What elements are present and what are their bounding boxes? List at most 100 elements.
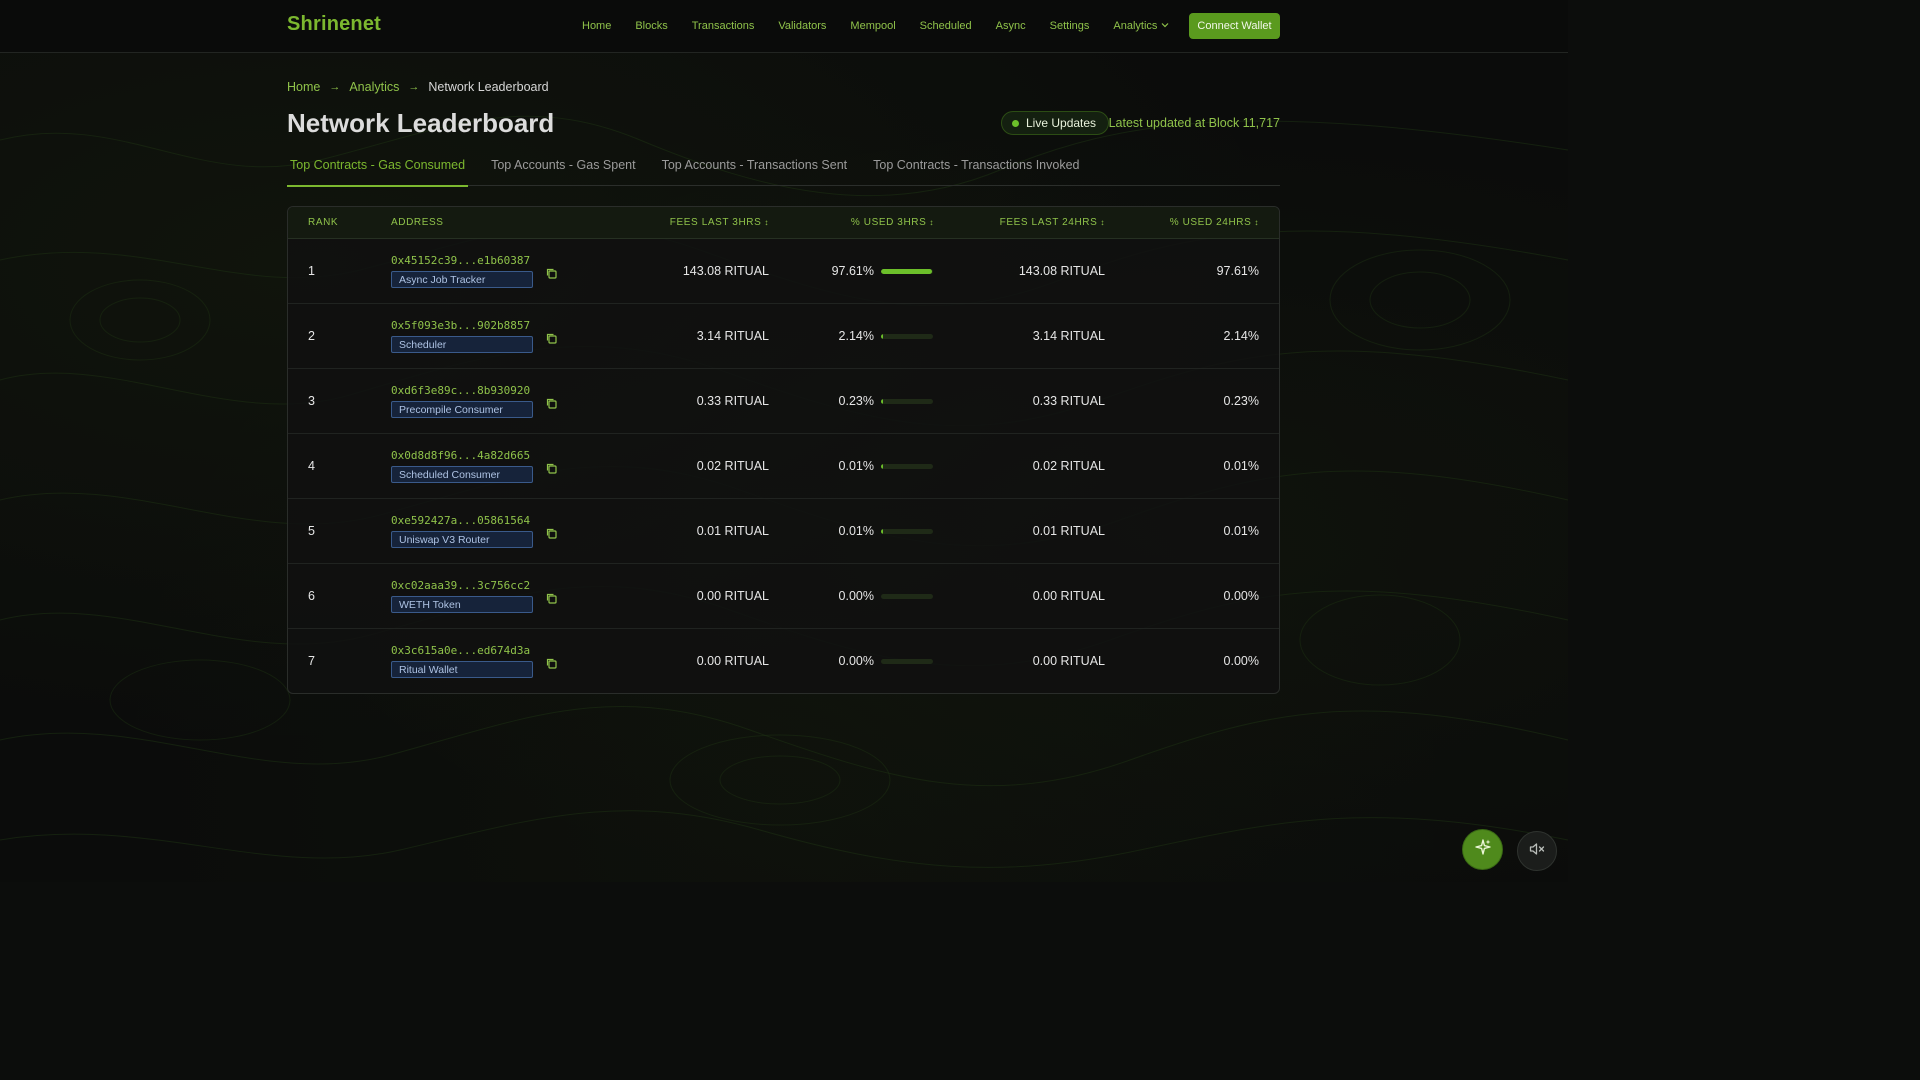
tab-top-accounts-gas-spent[interactable]: Top Accounts - Gas Spent: [488, 156, 639, 185]
sort-icon: ↕: [1100, 218, 1105, 227]
breadcrumb: Home → Analytics → Network Leaderboard: [287, 80, 549, 94]
breadcrumb-home[interactable]: Home: [287, 80, 320, 94]
pct-used-24hrs-cell: 0.01%: [1223, 524, 1259, 538]
copy-icon[interactable]: [546, 461, 557, 474]
table-row: 4 0x0d8d8f96...4a82d665 Scheduled Consumer…: [288, 434, 1279, 499]
pct-used-24hrs-cell: 2.14%: [1223, 329, 1259, 343]
speaker-muted-icon: [1528, 840, 1546, 863]
nav-item-home[interactable]: Home: [582, 20, 611, 32]
contract-label-chip: Scheduled Consumer: [391, 466, 533, 483]
fees-3hrs-cell: 0.33 RITUAL: [696, 394, 769, 408]
contract-address-link[interactable]: 0xc02aaa39...3c756cc2: [391, 579, 530, 592]
usage-progress-fill: [881, 399, 883, 404]
copy-icon[interactable]: [546, 266, 557, 279]
pct-used-3hrs-cell: 0.01%: [838, 524, 874, 538]
usage-progress-bar: [881, 659, 933, 664]
fees-3hrs-cell: 3.14 RITUAL: [696, 329, 769, 343]
nav-item-validators[interactable]: Validators: [778, 20, 826, 32]
table-row: 1 0x45152c39...e1b60387 Async Job Tracker 1…: [288, 239, 1279, 304]
column-header-pct-3hrs-label: % USED 3HRS: [850, 217, 927, 228]
contract-label-chip: Scheduler: [391, 336, 533, 353]
column-header-pct-3hrs[interactable]: % USED 3HRS ↕: [851, 217, 934, 228]
table-row: 6 0xc02aaa39...3c756cc2 WETH Token 0.00 RIT…: [288, 564, 1279, 629]
usage-progress-bar: [881, 464, 933, 469]
pct-used-24hrs-cell: 0.23%: [1223, 394, 1259, 408]
column-header-fees-3hrs[interactable]: FEES LAST 3HRS ↕: [670, 217, 769, 228]
pct-used-3hrs-cell: 0.00%: [838, 589, 874, 603]
tab-top-contracts-transactions-invoked[interactable]: Top Contracts - Transactions Invoked: [870, 156, 1082, 185]
tab-top-contracts-gas-consumed[interactable]: Top Contracts - Gas Consumed: [287, 156, 469, 187]
fees-24hrs-cell: 0.02 RITUAL: [1032, 459, 1105, 473]
nav-item-analytics[interactable]: Analytics: [1113, 20, 1169, 32]
contract-address-link[interactable]: 0xe592427a...05861564: [391, 514, 530, 527]
tab-top-accounts-transactions-sent[interactable]: Top Accounts - Transactions Sent: [659, 156, 851, 185]
usage-progress-bar: [881, 594, 933, 599]
connect-wallet-button[interactable]: Connect Wallet: [1189, 13, 1280, 39]
contract-address-link[interactable]: 0xd6f3e89c...8b930920: [391, 384, 530, 397]
ai-assistant-button[interactable]: [1463, 830, 1502, 869]
copy-icon[interactable]: [546, 331, 557, 344]
copy-icon[interactable]: [546, 656, 557, 669]
breadcrumb-analytics[interactable]: Analytics: [349, 80, 399, 94]
nav-item-mempool[interactable]: Mempool: [850, 20, 895, 32]
contract-label-chip: WETH Token: [391, 596, 533, 613]
fees-3hrs-cell: 0.00 RITUAL: [696, 589, 769, 603]
pct-used-24hrs-cell: 0.01%: [1223, 459, 1259, 473]
table-row: 5 0xe592427a...05861564 Uniswap V3 Router 0…: [288, 499, 1279, 564]
fees-3hrs-cell: 0.01 RITUAL: [696, 524, 769, 538]
rank-cell: 1: [308, 264, 315, 278]
breadcrumb-current: Network Leaderboard: [428, 80, 549, 94]
breadcrumb-separator: →: [408, 81, 420, 93]
usage-progress-fill: [881, 529, 883, 534]
usage-progress-bar: [881, 334, 933, 339]
fees-3hrs-cell: 143.08 RITUAL: [682, 264, 769, 278]
column-header-fees-24hrs[interactable]: FEES LAST 24HRS ↕: [1000, 217, 1105, 228]
pct-used-24hrs-cell: 97.61%: [1216, 264, 1259, 278]
column-header-pct-24hrs[interactable]: % USED 24HRS ↕: [1170, 217, 1259, 228]
nav-item-analytics-label: Analytics: [1113, 20, 1158, 32]
pct-used-3hrs-cell: 97.61%: [831, 264, 874, 278]
breadcrumb-separator: →: [329, 81, 341, 93]
sound-toggle-button[interactable]: [1517, 831, 1557, 871]
sort-icon: ↕: [764, 218, 769, 227]
copy-icon[interactable]: [546, 396, 557, 409]
rank-cell: 5: [308, 524, 315, 538]
nav-item-settings[interactable]: Settings: [1050, 20, 1090, 32]
pct-used-24hrs-cell: 0.00%: [1223, 589, 1259, 603]
usage-progress-fill: [881, 464, 883, 469]
pct-used-3hrs-cell: 0.01%: [838, 459, 874, 473]
fees-24hrs-cell: 0.33 RITUAL: [1032, 394, 1105, 408]
rank-cell: 4: [308, 459, 315, 473]
copy-icon[interactable]: [546, 526, 557, 539]
nav-item-scheduled[interactable]: Scheduled: [920, 20, 972, 32]
contract-address-link[interactable]: 0x3c615a0e...ed674d3a: [391, 644, 530, 657]
table-body: 1 0x45152c39...e1b60387 Async Job Tracker 1…: [288, 239, 1279, 693]
pct-used-3hrs-cell: 2.14%: [838, 329, 874, 343]
table-row: 7 0x3c615a0e...ed674d3a Ritual Wallet 0.00 …: [288, 629, 1279, 693]
leaderboard-tabs: Top Contracts - Gas Consumed Top Account…: [287, 156, 1280, 187]
fees-24hrs-cell: 143.08 RITUAL: [1018, 264, 1105, 278]
usage-progress-bar: [881, 269, 933, 274]
nav-item-async[interactable]: Async: [996, 20, 1026, 32]
usage-progress-bar: [881, 529, 933, 534]
copy-icon[interactable]: [546, 591, 557, 604]
live-status-dot-icon: [1012, 119, 1019, 127]
rank-cell: 3: [308, 394, 315, 408]
brand-logo[interactable]: Shrinenet: [287, 13, 381, 36]
live-updates-label: Live Updates: [1026, 116, 1097, 130]
contract-address-link[interactable]: 0x45152c39...e1b60387: [391, 254, 530, 267]
usage-progress-fill: [881, 269, 932, 274]
nav-item-blocks[interactable]: Blocks: [635, 20, 667, 32]
chevron-down-icon: [1161, 21, 1169, 30]
rank-cell: 6: [308, 589, 315, 603]
pct-used-3hrs-cell: 0.23%: [838, 394, 874, 408]
contract-address-link[interactable]: 0x0d8d8f96...4a82d665: [391, 449, 530, 462]
contract-address-link[interactable]: 0x5f093e3b...902b8857: [391, 319, 530, 332]
fees-3hrs-cell: 0.02 RITUAL: [696, 459, 769, 473]
fees-3hrs-cell: 0.00 RITUAL: [696, 654, 769, 668]
usage-progress-bar: [881, 399, 933, 404]
sparkle-icon: [1474, 838, 1492, 861]
contract-label-chip: Precompile Consumer: [391, 401, 533, 418]
sort-icon: ↕: [929, 218, 934, 227]
nav-item-transactions[interactable]: Transactions: [692, 20, 755, 32]
